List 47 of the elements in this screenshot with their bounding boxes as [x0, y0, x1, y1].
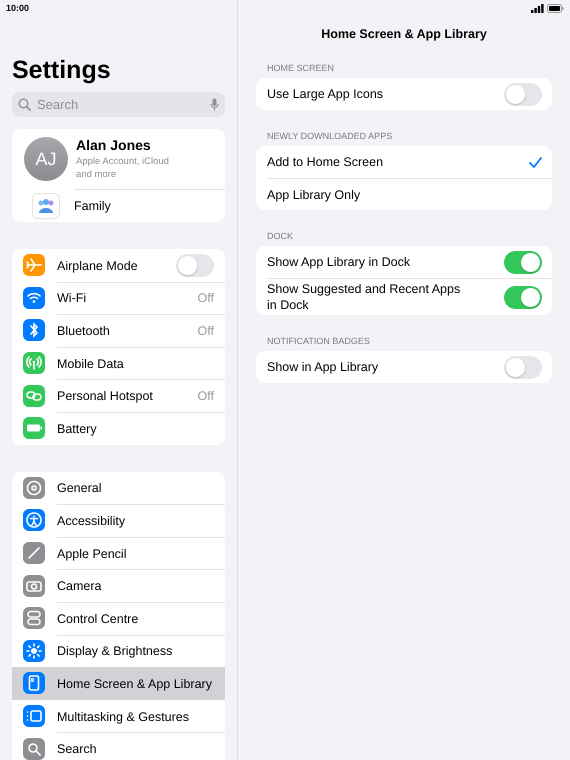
toggle-switch[interactable]	[504, 356, 542, 378]
sidebar-item[interactable]: Accessibility	[12, 504, 225, 537]
sidebar-item[interactable]: Control Centre	[12, 602, 225, 635]
item-value: Off	[198, 291, 214, 306]
sidebar-item[interactable]: Wi-Fi Off	[12, 282, 225, 314]
sidebar-item[interactable]: Airplane Mode	[12, 249, 225, 282]
toggle-switch[interactable]	[504, 250, 542, 274]
toggle-switch[interactable]	[504, 286, 542, 308]
family-item[interactable]: Family	[74, 189, 225, 222]
item-label: Family	[74, 199, 111, 213]
people-icon	[32, 193, 60, 219]
status-time: 10:00	[6, 3, 30, 13]
sidebar-item[interactable]: Personal Hotspot Off	[12, 379, 225, 412]
item-value: Off	[198, 389, 214, 404]
toggle-switch[interactable]	[176, 254, 214, 278]
sidebar-item[interactable]: Apple Pencil	[12, 536, 225, 570]
search-icon	[18, 98, 31, 111]
search-field[interactable]: Search	[35, 96, 210, 113]
sidebar-item[interactable]: Bluetooth Off	[12, 314, 225, 347]
sidebar-item[interactable]: Battery	[12, 412, 225, 445]
checkmark-icon	[529, 156, 542, 168]
account-subtitle: Apple Account, iCloud and more	[76, 155, 170, 181]
section-header: HOME SCREEN	[267, 63, 334, 73]
account-name[interactable]: Alan Jones	[76, 137, 151, 153]
signal-icon	[531, 4, 544, 12]
toggle-switch[interactable]	[504, 82, 542, 106]
sidebar-item[interactable]: Mobile Data	[12, 346, 225, 380]
section-header: DOCK	[267, 231, 294, 241]
battery-icon	[547, 4, 564, 12]
item-value: Off	[198, 324, 214, 338]
setting-row: Show App Library in Dock	[267, 246, 552, 278]
search-bar[interactable]: Search	[12, 92, 225, 117]
setting-row: Show in App Library	[267, 351, 552, 383]
sidebar-item[interactable]: Search	[12, 732, 225, 760]
section-header: NEWLY DOWNLOADED APPS	[267, 131, 392, 141]
page-title: Home Screen & App Library	[320, 26, 488, 42]
option-row[interactable]: Add to Home Screen	[267, 146, 552, 178]
section-header: NOTIFICATION BADGES	[267, 336, 370, 346]
sidebar-item[interactable]: General	[12, 472, 225, 504]
sidebar-item[interactable]: Home Screen & App Library	[12, 667, 225, 700]
setting-row: Show Suggested and Recent Apps in Dock	[267, 278, 552, 315]
option-row[interactable]: App Library Only	[267, 178, 552, 210]
sidebar-item[interactable]: Multitasking & Gestures	[12, 700, 225, 732]
page-title: Settings	[12, 56, 111, 84]
sidebar-item[interactable]: Camera	[12, 569, 225, 602]
microphone-icon	[210, 98, 219, 111]
setting-row: Use Large App Icons	[267, 78, 552, 110]
